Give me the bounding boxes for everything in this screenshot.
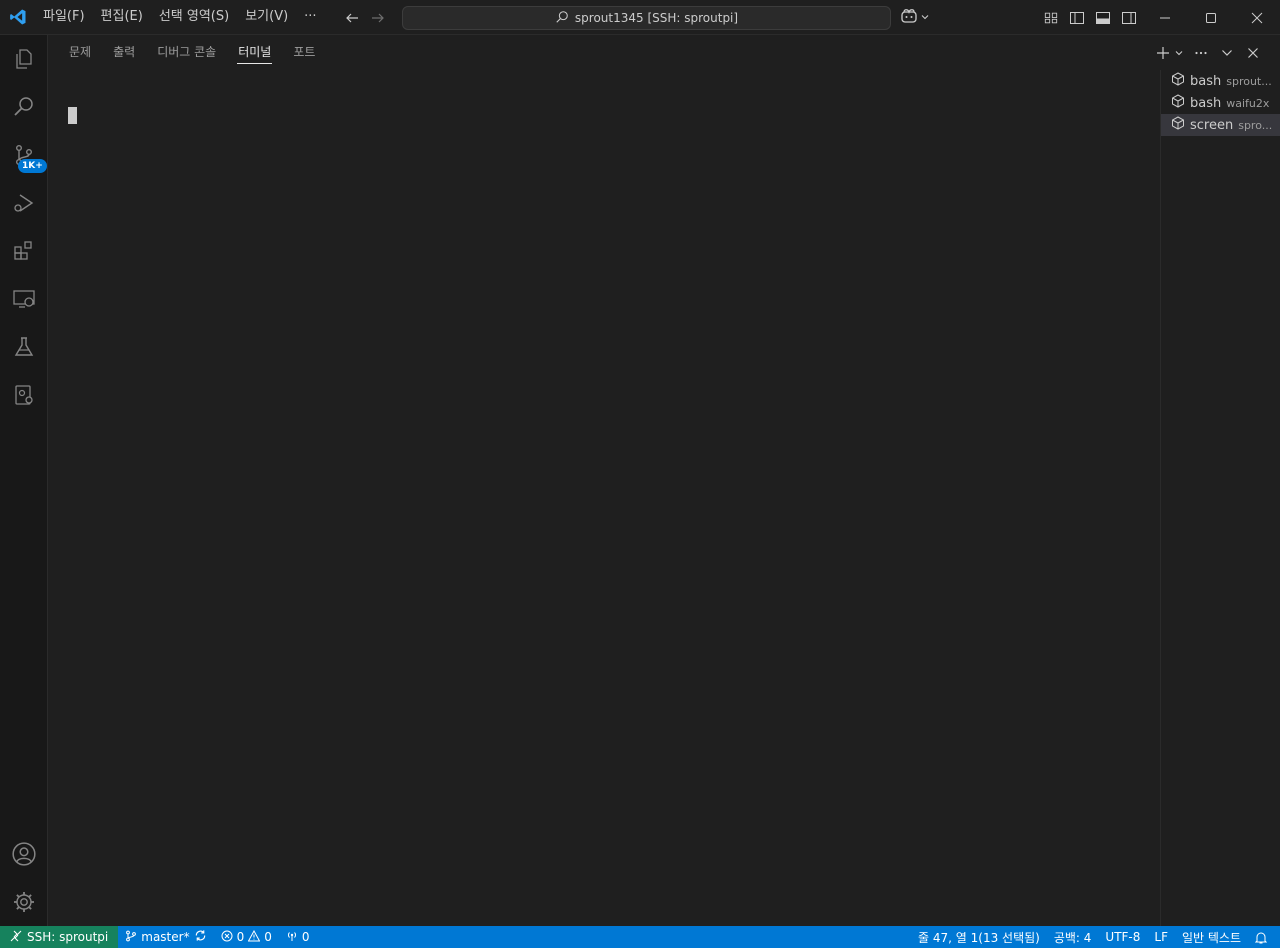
run-debug-icon[interactable] — [0, 179, 48, 227]
menu-edit[interactable]: 편집(E) — [93, 5, 151, 29]
language-mode[interactable]: 일반 텍스트 — [1175, 926, 1248, 948]
account-icon[interactable] — [0, 830, 48, 878]
terminal-name: screen — [1190, 117, 1234, 133]
menu-selection[interactable]: 선택 영역(S) — [151, 5, 237, 29]
remote-indicator[interactable]: SSH: sproutpi — [0, 926, 119, 948]
customize-layout-icon[interactable] — [1038, 5, 1064, 31]
menu-bar: 파일(F) 편집(E) 선택 영역(S) 보기(V) ··· — [35, 0, 325, 35]
terminal-item[interactable]: bash waifu2x — [1161, 92, 1280, 114]
terminal-desc: sprout... — [1226, 74, 1272, 88]
minimize-icon[interactable] — [1142, 0, 1188, 35]
back-arrow-icon[interactable] — [342, 7, 362, 29]
terminal-item[interactable]: screen spro... — [1161, 114, 1280, 136]
terminal-box-icon — [1171, 72, 1185, 90]
notifications-bell-icon[interactable] — [1248, 926, 1274, 948]
terminal-name: bash — [1190, 73, 1222, 89]
chevron-down-icon — [920, 11, 930, 26]
activity-bar: 1K+ — [0, 35, 48, 926]
toggle-secondary-sidebar-icon[interactable] — [1116, 5, 1142, 31]
sync-icon[interactable] — [194, 929, 207, 945]
copilot-icon — [900, 8, 918, 28]
new-terminal-icon[interactable] — [1152, 42, 1174, 64]
toggle-primary-sidebar-icon[interactable] — [1064, 5, 1090, 31]
search-icon[interactable] — [0, 83, 48, 131]
terminal-box-icon — [1171, 116, 1185, 134]
terminal-desc: spro... — [1238, 118, 1273, 132]
menu-file[interactable]: 파일(F) — [35, 5, 93, 29]
branch-label: master* — [141, 930, 190, 944]
tab-ports[interactable]: 포트 — [282, 35, 326, 70]
panel: 문제 출력 디버그 콘솔 터미널 포트 bash sprout... bash … — [48, 35, 1280, 926]
branch-indicator[interactable]: master* — [118, 926, 213, 948]
terminal-item[interactable]: bash sprout... — [1161, 70, 1280, 92]
warning-count: 0 — [264, 930, 272, 944]
maximize-icon[interactable] — [1188, 0, 1234, 35]
ports-indicator[interactable]: 0 — [279, 926, 317, 948]
terminal-view[interactable] — [48, 70, 1160, 926]
git-branch-icon — [125, 930, 137, 945]
remote-icon — [10, 930, 22, 945]
tab-problems[interactable]: 문제 — [58, 35, 102, 70]
close-icon[interactable] — [1234, 0, 1280, 35]
close-panel-icon[interactable] — [1242, 42, 1264, 64]
manage-gear-icon[interactable] — [0, 878, 48, 926]
ports-count: 0 — [301, 930, 310, 944]
warning-icon — [247, 929, 261, 945]
toggle-panel-icon[interactable] — [1090, 5, 1116, 31]
terminal-box-icon — [1171, 94, 1185, 112]
radio-tower-icon — [286, 930, 298, 945]
panel-tabs: 문제 출력 디버그 콘솔 터미널 포트 — [58, 35, 326, 70]
tab-output[interactable]: 출력 — [102, 35, 146, 70]
testing-icon[interactable] — [0, 323, 48, 371]
forward-arrow-icon[interactable] — [368, 7, 388, 29]
problems-indicator[interactable]: 0 0 — [214, 926, 279, 948]
docker-icon[interactable] — [0, 371, 48, 419]
title-bar: 파일(F) 편집(E) 선택 영역(S) 보기(V) ··· sprout134… — [0, 0, 1280, 35]
extensions-icon[interactable] — [0, 227, 48, 275]
source-control-icon[interactable]: 1K+ — [0, 131, 48, 179]
cursor-position[interactable]: 줄 47, 열 1(13 선택됨) — [911, 926, 1047, 948]
remote-explorer-icon[interactable] — [0, 275, 48, 323]
vscode-logo-icon — [0, 0, 35, 35]
collapse-panel-chevron-icon[interactable] — [1216, 42, 1238, 64]
search-icon — [555, 10, 569, 27]
terminal-name: bash — [1190, 95, 1222, 111]
end-of-line[interactable]: LF — [1147, 926, 1175, 948]
chevron-down-icon[interactable] — [1172, 42, 1186, 64]
indentation[interactable]: 공백: 4 — [1047, 926, 1099, 948]
explorer-icon[interactable] — [0, 35, 48, 83]
terminal-cursor — [68, 107, 77, 124]
tab-terminal[interactable]: 터미널 — [227, 35, 282, 70]
source-control-badge: 1K+ — [18, 159, 47, 173]
copilot-menu-button[interactable] — [900, 6, 936, 30]
command-center-search[interactable]: sprout1345 [SSH: sproutpi] — [402, 6, 891, 30]
terminal-desc: waifu2x — [1226, 96, 1270, 110]
terminal-tabs-list: bash sprout... bash waifu2x screen spro.… — [1160, 70, 1280, 926]
menu-view[interactable]: 보기(V) — [237, 5, 296, 29]
status-bar: SSH: sproutpi master* 0 0 0 줄 47, 열 1(13… — [0, 926, 1280, 948]
tab-debug-console[interactable]: 디버그 콘솔 — [146, 35, 227, 70]
menu-more[interactable]: ··· — [296, 5, 324, 29]
error-count: 0 — [236, 930, 245, 944]
error-icon — [221, 930, 233, 945]
command-center-label: sprout1345 [SSH: sproutpi] — [574, 11, 739, 25]
more-actions-icon[interactable] — [1190, 42, 1212, 64]
encoding[interactable]: UTF-8 — [1098, 926, 1147, 948]
remote-label: SSH: sproutpi — [27, 930, 109, 944]
